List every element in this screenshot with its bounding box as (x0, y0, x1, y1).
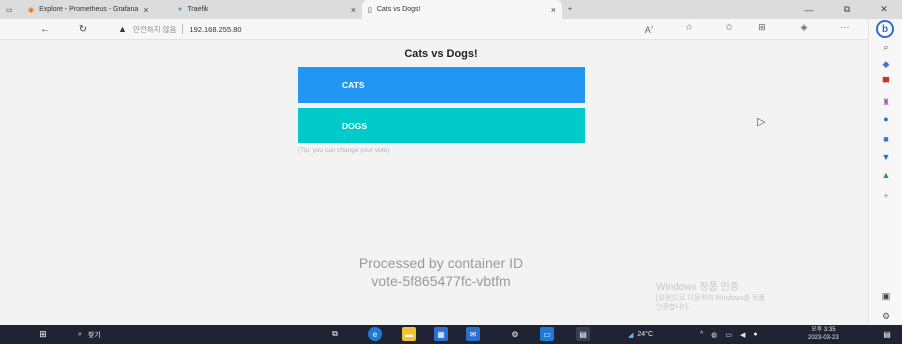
shopping-icon[interactable]: ▀ (869, 77, 902, 87)
add-icon[interactable]: + (869, 191, 902, 201)
games-icon[interactable]: ● (869, 114, 902, 124)
warning-icon: ▲ (118, 24, 127, 34)
task-view-icon[interactable]: ⧉ (328, 327, 342, 341)
cats-button[interactable]: CATS (298, 67, 585, 103)
divider (182, 24, 184, 34)
mouse-cursor-icon: ▷ (757, 116, 766, 128)
read-aloud-icon[interactable]: A› (642, 22, 656, 35)
restore-icon[interactable]: ⧉ (835, 0, 859, 19)
settings-icon[interactable]: ⚙ (869, 311, 902, 322)
tab-grafana[interactable]: ◉ Explore - Prometheus - Grafana × (22, 0, 172, 19)
terminal-icon[interactable]: ▭ (540, 327, 554, 341)
tab-traefik[interactable]: ● Traefik × (172, 0, 362, 19)
search-box[interactable]: ⌕ 찾기 (78, 325, 101, 344)
windows-start-icon[interactable]: ⊞ (36, 327, 50, 341)
extensions-icon[interactable]: ◈ (797, 22, 811, 33)
watermark-title: Windows 정품 인증 (656, 282, 739, 293)
tab-bar: ▭ ◉ Explore - Prometheus - Grafana × ● T… (0, 0, 902, 19)
window-close-icon[interactable]: ✕ (872, 0, 896, 19)
store-icon[interactable]: ▦ (434, 327, 448, 341)
close-icon[interactable]: × (351, 5, 356, 15)
chevron-up-icon[interactable]: ^ (700, 331, 703, 338)
traefik-icon: ● (178, 6, 183, 13)
processed-label: Processed by container ID (358, 255, 524, 271)
weather-icon: ◢ (628, 331, 634, 339)
notification-icon[interactable]: ▤ (880, 327, 894, 341)
office-icon[interactable]: ■ (869, 134, 902, 144)
search-label: 찾기 (87, 331, 101, 339)
web-page: Cats vs Dogs! CATS DOGS (Tip: you can ch… (0, 41, 866, 325)
security-text: 안전하지 않음 (132, 24, 177, 34)
network-icon[interactable]: ◍ (711, 331, 717, 339)
tab-cats-vs-dogs[interactable]: ▯ Cats vs Dogs! × (362, 0, 562, 19)
more-icon[interactable]: ⋯ (838, 22, 852, 33)
favorite-icon[interactable]: ☆ (682, 22, 696, 33)
dogs-button[interactable]: DOGS (298, 108, 585, 143)
time: 오후 3:35 (811, 327, 836, 333)
bing-icon[interactable]: b (876, 20, 894, 38)
minimize-icon[interactable]: — (797, 0, 821, 19)
new-tab-button[interactable]: + (562, 0, 582, 19)
tab-label: Cats vs Dogs! (376, 6, 421, 13)
outlook-icon[interactable]: ▼ (869, 152, 902, 162)
search-icon: ⌕ (78, 330, 82, 338)
tab-label: Traefik (187, 6, 209, 13)
close-icon[interactable]: × (143, 5, 148, 15)
favorites-icon[interactable]: ✩ (722, 22, 736, 33)
taskbar (0, 325, 902, 344)
app-icon[interactable]: ▤ (576, 327, 590, 341)
clock[interactable]: 오후 3:35 2023-03-23 (808, 326, 839, 342)
tools-icon[interactable]: ♜ (869, 97, 902, 108)
grafana-icon: ◉ (28, 6, 35, 14)
back-icon[interactable]: ← (36, 24, 54, 35)
activation-watermark: Windows 정품 인증 [설정]으로 이동하여 Windows를 정품 인증… (656, 282, 765, 312)
display-icon[interactable]: ▭ (725, 331, 732, 339)
mail-icon[interactable]: ✉ (466, 327, 480, 341)
screen: ▭ ◉ Explore - Prometheus - Grafana × ● T… (0, 0, 902, 344)
page-title: Cats vs Dogs! (404, 48, 478, 60)
sidebar-toggle-icon[interactable]: ▣ (869, 291, 902, 302)
tab-actions-icon[interactable]: ▭ (0, 0, 22, 19)
tag-icon[interactable]: ◆ (869, 59, 902, 70)
temperature: 24°C (637, 331, 654, 338)
watermark-line: 인증합니다. (656, 304, 691, 311)
system-tray[interactable]: ^ ◍ ▭ ◀ ● (700, 325, 758, 344)
watermark-line: [설정]으로 이동하여 Windows를 정품 (656, 295, 765, 302)
gear-icon[interactable]: ⚙ (508, 327, 522, 341)
url-text: 192.168.255.80 (189, 24, 242, 34)
tab-label: Explore - Prometheus - Grafana (39, 6, 139, 13)
date: 2023-03-23 (808, 335, 839, 341)
weather-widget[interactable]: ◢ 24°C (628, 325, 653, 344)
edge-icon[interactable]: e (368, 327, 382, 341)
close-icon[interactable]: × (551, 5, 556, 15)
ime-icon[interactable]: ● (753, 331, 757, 338)
page-icon: ▯ (368, 6, 372, 14)
refresh-icon[interactable]: ↻ (74, 24, 92, 35)
tip-text: (Tip: you can change your vote) (298, 147, 390, 154)
collections-icon[interactable]: ⊞ (755, 22, 769, 33)
volume-icon[interactable]: ◀ (740, 331, 745, 339)
file-explorer-icon[interactable]: ▬ (402, 327, 416, 341)
tree-icon[interactable]: ▲ (869, 170, 902, 180)
url-field[interactable]: ▲ 안전하지 않음 192.168.255.80 (118, 24, 242, 35)
